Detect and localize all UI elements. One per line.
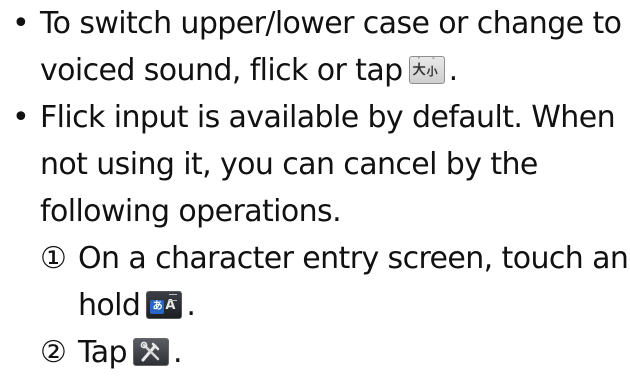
text-fragment: hold	[78, 288, 141, 323]
settings-tools-key-icon	[133, 338, 169, 366]
text-line: not using it, you can cancel by the	[40, 147, 538, 182]
text-line: Flick input is available by default. Whe…	[40, 100, 616, 135]
bullet-marker: •	[12, 100, 30, 135]
text-line: Tap .	[78, 329, 630, 376]
step-2: ② Tap .	[40, 329, 630, 376]
text-fragment: Tap	[78, 335, 128, 370]
text-fragment: .	[448, 53, 459, 88]
text-fragment: .	[173, 335, 183, 370]
large-char-glyph: 大	[412, 63, 426, 78]
input-mode-key-icon: あA	[146, 291, 183, 319]
text-line: voiced sound, flick or tap ゛゜大小.	[40, 47, 630, 94]
text-line: On a character entry screen, touch and	[78, 241, 630, 276]
small-char-glyph: 小	[426, 65, 438, 78]
bullet-item-case-switch: • To switch upper/lower case or change t…	[0, 0, 630, 94]
bullet-marker: •	[12, 6, 30, 41]
document-page: • To switch upper/lower case or change t…	[0, 0, 630, 370]
tools-icon	[140, 341, 160, 362]
step-1: ① On a character entry screen, touch and…	[40, 235, 630, 329]
text-line: hold あ A.	[78, 282, 630, 329]
upper-lower-case-key-icon: ゛゜大小	[408, 56, 445, 84]
step-number: ②	[40, 335, 67, 370]
text-line: following operations.	[40, 194, 342, 229]
kana-glyph: あ	[150, 300, 165, 314]
menu-bars-icon	[169, 294, 178, 301]
text-fragment: .	[186, 288, 196, 323]
bullet-item-flick-input: • Flick input is available by default. W…	[0, 94, 630, 376]
text-fragment: voiced sound, flick or tap	[40, 53, 403, 88]
alpha-glyph: A	[165, 298, 175, 313]
text-line: To switch upper/lower case or change to	[40, 6, 622, 41]
step-number: ①	[40, 241, 67, 276]
